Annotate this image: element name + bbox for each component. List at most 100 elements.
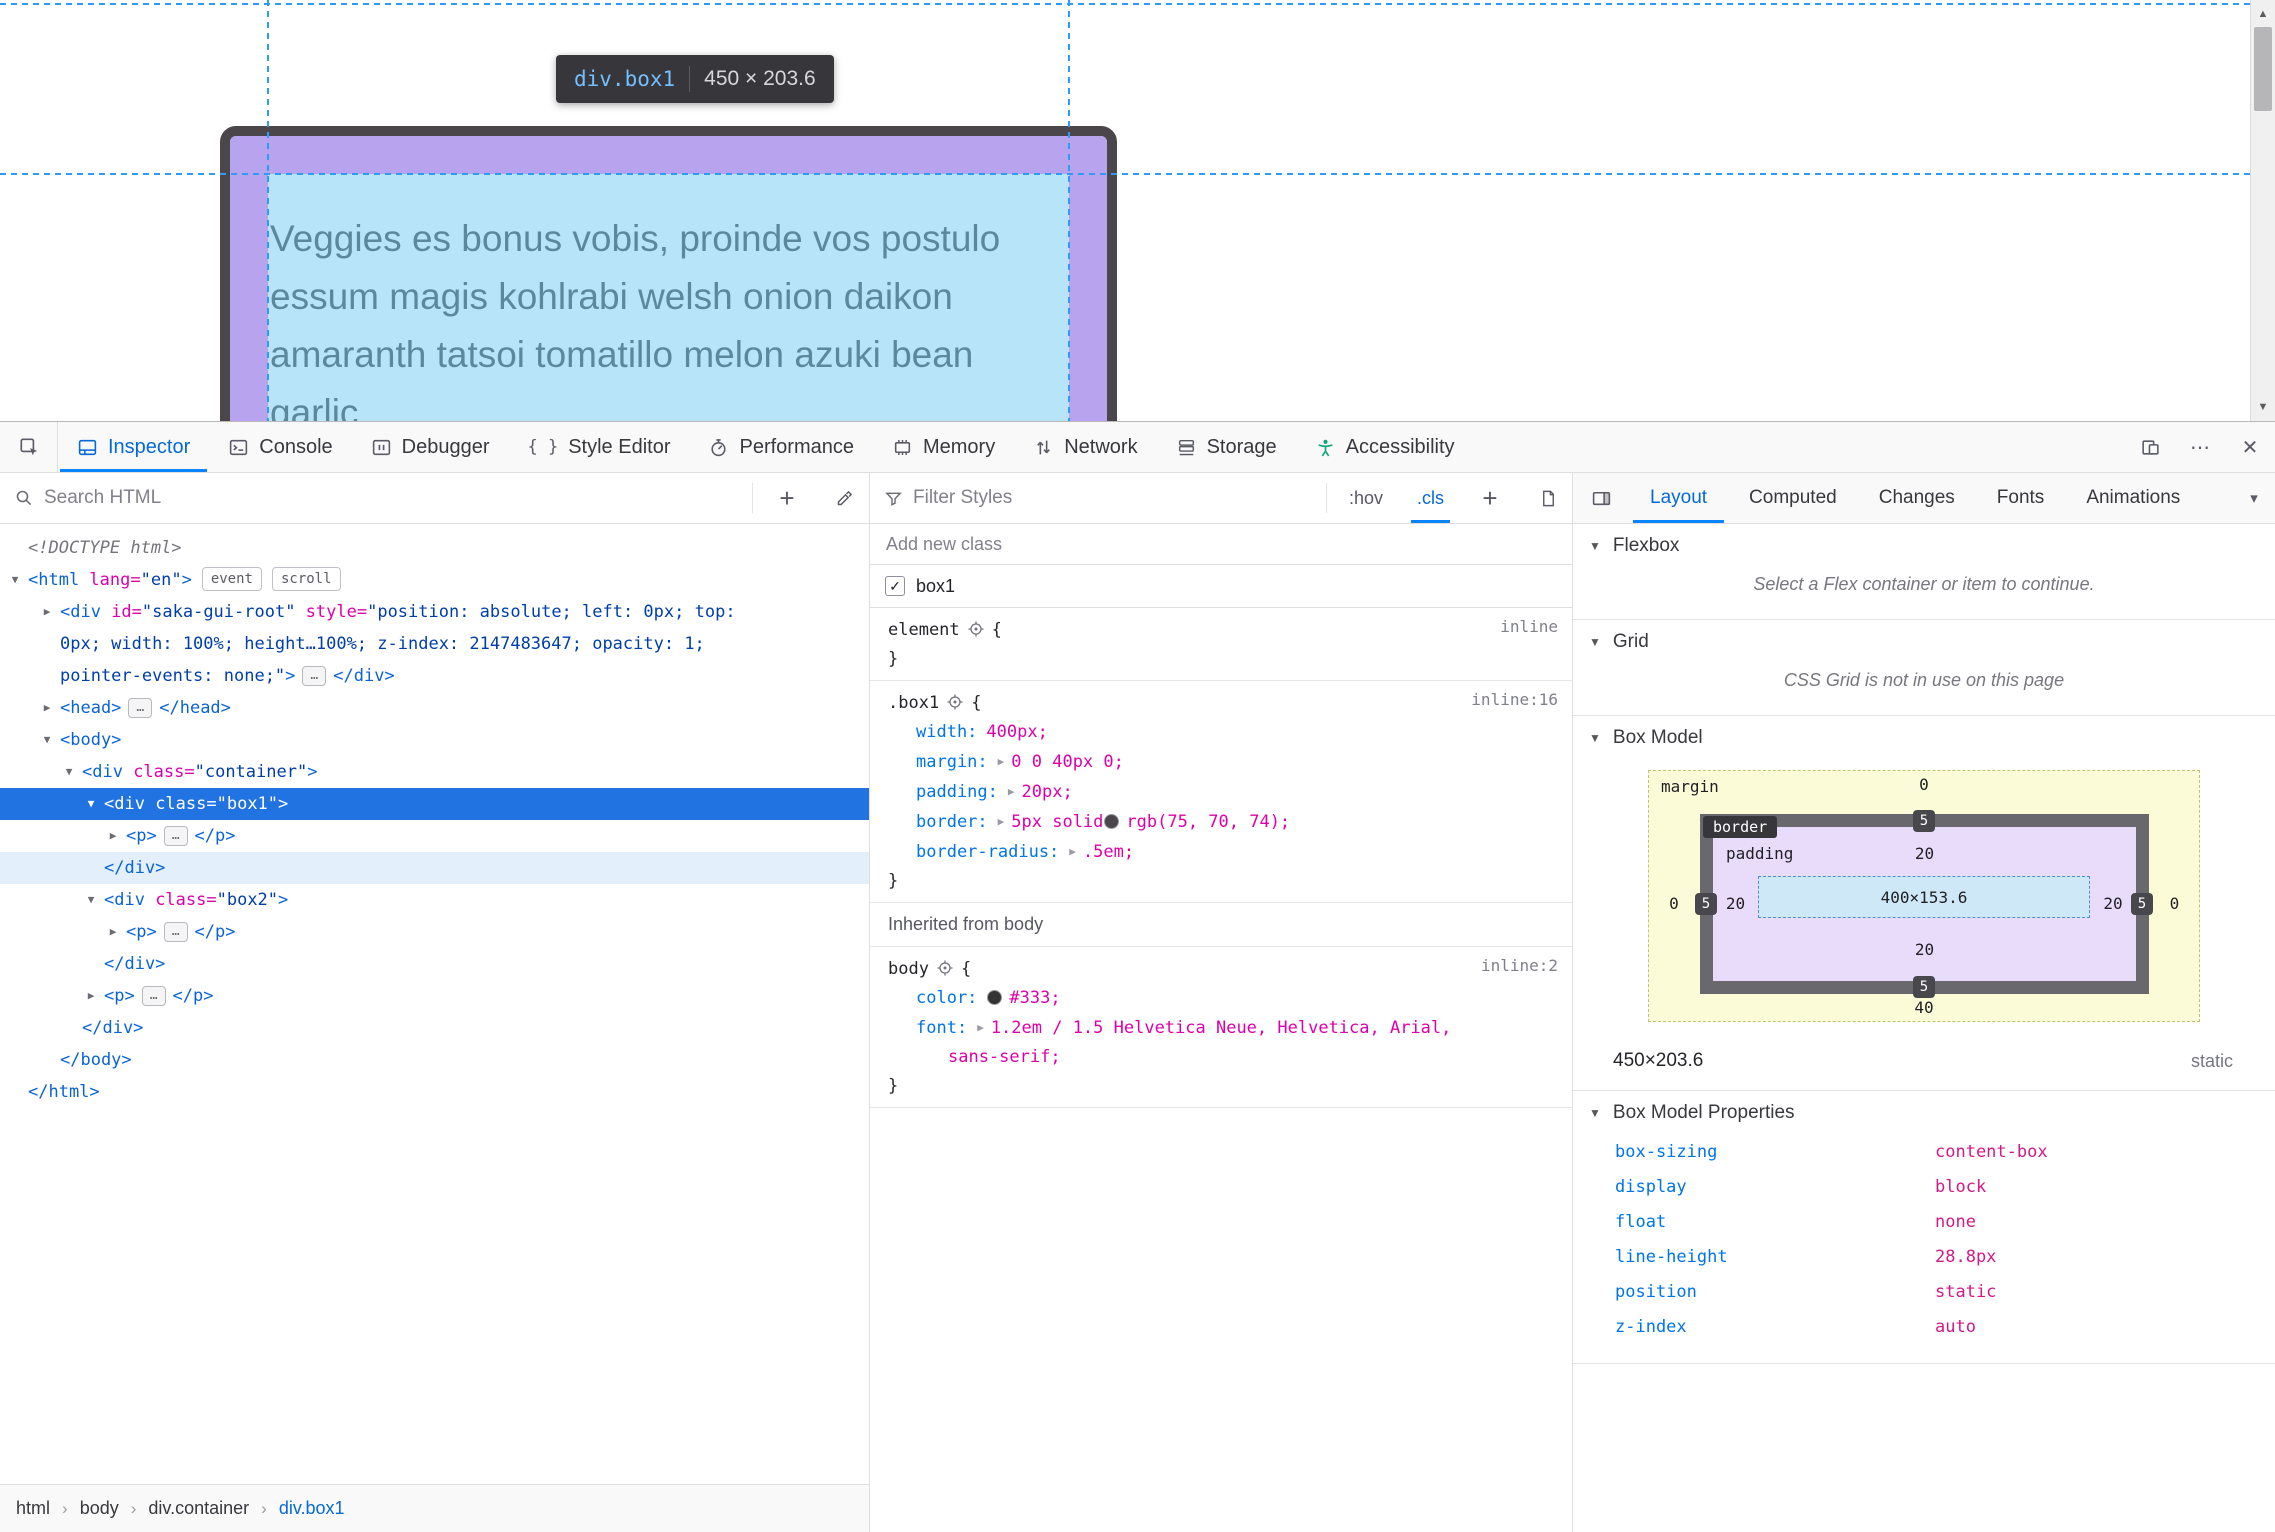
padding-right-value[interactable]: 20 bbox=[2090, 894, 2136, 913]
p-node[interactable]: ▶ <p> … </p> bbox=[0, 820, 869, 852]
p-node[interactable]: ▶ <p> … </p> bbox=[0, 980, 869, 1012]
search-html-input[interactable] bbox=[44, 487, 742, 509]
twisty-icon[interactable]: ▼ bbox=[80, 884, 102, 916]
declaration-margin[interactable]: margin: ▶ 0 0 40px 0; bbox=[870, 747, 1572, 777]
eyedropper-button[interactable] bbox=[821, 473, 869, 523]
collapsed-content-ellipsis[interactable]: … bbox=[163, 922, 188, 942]
rule-header[interactable]: .box1 { bbox=[870, 689, 1572, 718]
doctype-node[interactable]: <!DOCTYPE html> bbox=[0, 532, 869, 564]
expand-icon[interactable]: ▶ bbox=[1008, 777, 1015, 806]
box2-closing-tag[interactable]: </div> bbox=[0, 948, 869, 980]
rule-source-link[interactable]: inline:2 bbox=[1481, 956, 1558, 975]
declaration-padding[interactable]: padding: ▶ 20px; bbox=[870, 777, 1572, 807]
saka-gui-root-node[interactable]: ▶ <div id="saka-gui-root" style="position… bbox=[0, 596, 869, 628]
border-bottom-value[interactable]: 5 bbox=[1913, 976, 1935, 998]
twisty-icon[interactable]: ▶ bbox=[102, 820, 124, 852]
scroll-down-arrow-icon[interactable]: ▼ bbox=[2251, 395, 2275, 419]
expand-icon[interactable]: ▶ bbox=[977, 1013, 984, 1042]
margin-left-value[interactable]: 0 bbox=[1648, 894, 1700, 913]
padding-left-value[interactable]: 20 bbox=[1713, 894, 1758, 913]
color-swatch[interactable] bbox=[1104, 814, 1120, 829]
twisty-icon[interactable]: ▶ bbox=[80, 980, 102, 1012]
toggle-pseudo-classes-button[interactable]: :hov bbox=[1337, 473, 1395, 523]
collapsed-content-ellipsis[interactable]: … bbox=[163, 826, 188, 846]
pick-element-button[interactable] bbox=[0, 422, 58, 472]
twisty-icon[interactable]: ▼ bbox=[80, 788, 102, 820]
tab-style-editor[interactable]: { } Style Editor bbox=[509, 422, 690, 472]
declaration-border-radius[interactable]: border-radius: ▶ .5em; bbox=[870, 837, 1572, 867]
tab-accessibility[interactable]: Accessibility bbox=[1296, 422, 1474, 472]
p-node[interactable]: ▶ <p> … </p> bbox=[0, 916, 869, 948]
box1-node-selected[interactable]: ▼ <div class="box1"> bbox=[0, 788, 869, 820]
margin-bottom-value[interactable]: 40 bbox=[1648, 998, 2200, 1017]
border-top-value[interactable]: 5 bbox=[1913, 810, 1935, 832]
page-scrollbar[interactable]: ▲ ▼ bbox=[2250, 0, 2275, 421]
margin-top-value[interactable]: 0 bbox=[1648, 775, 2200, 794]
grid-section-header[interactable]: ▼ Grid bbox=[1573, 620, 2275, 662]
margin-right-value[interactable]: 0 bbox=[2149, 894, 2200, 913]
twisty-icon[interactable]: ▶ bbox=[36, 692, 58, 724]
head-node[interactable]: ▶ <head> … </head> bbox=[0, 692, 869, 724]
tab-animations[interactable]: Animations bbox=[2065, 473, 2180, 523]
scroll-up-arrow-icon[interactable]: ▲ bbox=[2251, 2, 2275, 26]
scroll-badge[interactable]: scroll bbox=[271, 567, 341, 591]
add-rule-button[interactable]: + bbox=[1466, 473, 1514, 523]
html-node[interactable]: ▼ <html lang="en"> event scroll bbox=[0, 564, 869, 596]
selector-highlighter-icon[interactable] bbox=[947, 694, 963, 710]
toggle-classes-button[interactable]: .cls bbox=[1405, 473, 1456, 523]
print-media-simulation-button[interactable] bbox=[1524, 473, 1572, 523]
toggle-sidebar-button[interactable] bbox=[1573, 473, 1629, 523]
tab-fonts[interactable]: Fonts bbox=[1976, 473, 2066, 523]
padding-bottom-value[interactable]: 20 bbox=[1713, 940, 2136, 959]
collapsed-content-ellipsis[interactable]: … bbox=[302, 666, 327, 686]
tab-inspector[interactable]: Inspector bbox=[58, 422, 209, 472]
flexbox-section-header[interactable]: ▼ Flexbox bbox=[1573, 524, 2275, 566]
tab-changes[interactable]: Changes bbox=[1858, 473, 1976, 523]
saka-gui-root-node-wrap[interactable]: pointer-events: none;"> … </div> bbox=[0, 660, 869, 692]
border-right-value[interactable]: 5 bbox=[2131, 893, 2153, 915]
event-badge[interactable]: event bbox=[201, 567, 262, 591]
twisty-icon[interactable]: ▼ bbox=[4, 564, 26, 596]
selector-highlighter-icon[interactable] bbox=[937, 960, 953, 976]
padding-top-value[interactable]: 20 bbox=[1713, 844, 2136, 863]
container-closing-tag[interactable]: </div> bbox=[0, 1012, 869, 1044]
rule-source-link[interactable]: inline bbox=[1500, 617, 1558, 636]
tab-computed[interactable]: Computed bbox=[1728, 473, 1858, 523]
twisty-icon[interactable]: ▼ bbox=[36, 724, 58, 756]
tab-console[interactable]: Console bbox=[209, 422, 351, 472]
responsive-design-mode-button[interactable] bbox=[2125, 422, 2175, 472]
box-model-section-header[interactable]: ▼ Box Model bbox=[1573, 716, 2275, 758]
rule-source-link[interactable]: inline:16 bbox=[1471, 690, 1558, 709]
declaration-width[interactable]: width: 400px; bbox=[870, 718, 1572, 747]
breadcrumb-item-body[interactable]: body bbox=[80, 1498, 119, 1519]
tab-performance[interactable]: Performance bbox=[689, 422, 873, 472]
collapsed-content-ellipsis[interactable]: … bbox=[141, 986, 166, 1006]
breadcrumb-item-container[interactable]: div.container bbox=[148, 1498, 249, 1519]
tab-layout[interactable]: Layout bbox=[1629, 473, 1728, 523]
box-model-properties-header[interactable]: ▼ Box Model Properties bbox=[1573, 1091, 2275, 1133]
body-closing-tag[interactable]: </body> bbox=[0, 1044, 869, 1076]
content-region[interactable]: 400×153.6 bbox=[1758, 876, 2090, 918]
add-node-button[interactable]: + bbox=[763, 473, 811, 523]
twisty-icon[interactable]: ▶ bbox=[36, 596, 58, 628]
tab-storage[interactable]: Storage bbox=[1157, 422, 1296, 472]
twisty-icon[interactable]: ▶ bbox=[102, 916, 124, 948]
scrollbar-thumb[interactable] bbox=[2254, 27, 2272, 111]
box1-closing-tag[interactable]: </div> bbox=[0, 852, 869, 884]
declaration-font[interactable]: font: ▶ 1.2em / 1.5 Helvetica Neue, Helvet… bbox=[870, 1013, 1572, 1043]
saka-gui-root-node-wrap[interactable]: 0px; width: 100%; height…100%; z-index: … bbox=[0, 628, 869, 660]
filter-styles-input[interactable] bbox=[913, 487, 1316, 509]
declaration-border[interactable]: border: ▶ 5px solid rgb(75, 70, 74); bbox=[870, 807, 1572, 837]
add-new-class-input[interactable] bbox=[886, 533, 1556, 555]
selector-highlighter-icon[interactable] bbox=[968, 621, 984, 637]
breadcrumb-item-html[interactable]: html bbox=[16, 1498, 50, 1519]
declaration-font-continued[interactable]: sans-serif; bbox=[870, 1043, 1572, 1072]
breadcrumb-item-box1[interactable]: div.box1 bbox=[279, 1498, 345, 1519]
collapsed-content-ellipsis[interactable]: … bbox=[128, 698, 153, 718]
tab-memory[interactable]: Memory bbox=[873, 422, 1014, 472]
container-node[interactable]: ▼ <div class="container"> bbox=[0, 756, 869, 788]
expand-icon[interactable]: ▶ bbox=[1069, 837, 1076, 866]
tab-network[interactable]: Network bbox=[1014, 422, 1156, 472]
twisty-icon[interactable]: ▼ bbox=[58, 756, 80, 788]
body-node[interactable]: ▼ <body> bbox=[0, 724, 869, 756]
